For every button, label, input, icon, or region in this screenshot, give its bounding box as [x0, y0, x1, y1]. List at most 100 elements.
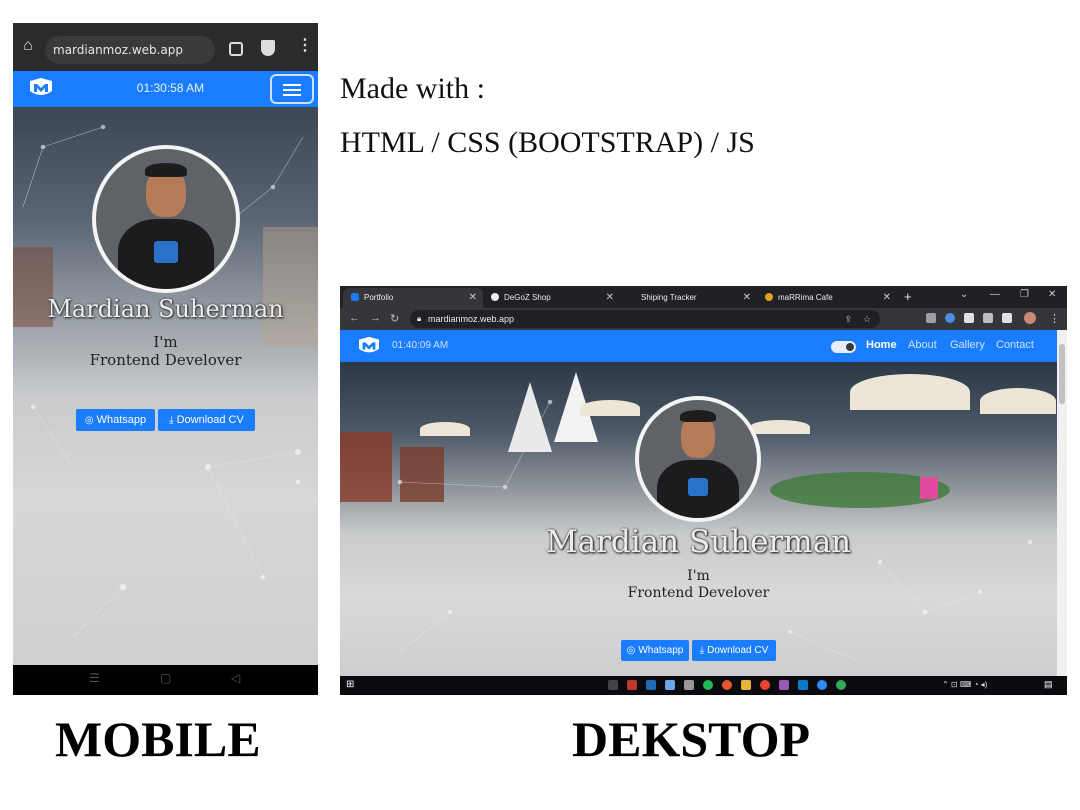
menu-dots-icon[interactable]: ⋮ — [297, 37, 313, 55]
logo-icon[interactable] — [27, 77, 55, 99]
hero-role: Frontend Develover — [89, 351, 242, 369]
hamburger-icon[interactable] — [270, 74, 314, 104]
whatsapp-label: Whatsapp — [96, 414, 147, 426]
tracker-favicon-icon — [628, 293, 636, 301]
home-button-icon[interactable]: ▢ — [160, 671, 171, 685]
close-icon[interactable]: ✕ — [606, 288, 614, 308]
clock: 01:30:58 AM — [136, 81, 205, 95]
whatsapp-label: Whatsapp — [638, 645, 684, 656]
portfolio-favicon-icon — [351, 293, 359, 301]
extension-icon[interactable] — [926, 313, 936, 323]
back-icon[interactable]: ← — [349, 312, 360, 324]
tab-label: maRRima Cafe — [778, 293, 833, 302]
android-nav-bar: ☰ ▢ ◁ — [13, 665, 318, 695]
hero-name: Mardian Suherman — [545, 524, 852, 560]
vscode-icon[interactable] — [798, 680, 808, 690]
recents-icon[interactable]: ☰ — [89, 671, 100, 685]
logo-icon[interactable] — [356, 336, 382, 356]
taskbar-app-icon[interactable] — [627, 680, 637, 690]
tab-search-icon[interactable]: ⌄ — [960, 289, 968, 300]
clock: 01:40:09 AM — [392, 340, 449, 351]
tab-marrima-cafe[interactable]: maRRima Cafe ✕ — [757, 288, 897, 308]
desktop-hero: Mardian Suherman I'm Frontend Develover … — [340, 362, 1057, 676]
tab-label: Portfolio — [364, 293, 394, 302]
extension-icon[interactable] — [945, 313, 955, 323]
download-cv-button[interactable]: ⤓ Download CV — [158, 409, 255, 431]
tab-shiping-tracker[interactable]: Shiping Tracker ✕ — [620, 288, 757, 308]
hero-intro: I'm — [153, 333, 178, 351]
whatsapp-icon: ◎ — [626, 645, 636, 656]
tabs-icon[interactable] — [229, 42, 243, 56]
puzzle-icon[interactable] — [983, 313, 993, 323]
whatsapp-button[interactable]: ◎ Whatsapp — [621, 640, 689, 661]
taskbar-app-icon[interactable] — [646, 680, 656, 690]
windows-icon[interactable]: ⊞ — [346, 679, 354, 690]
minimize-icon[interactable]: — — [990, 289, 1000, 300]
chrome-icon[interactable] — [760, 680, 770, 690]
shield-icon[interactable] — [261, 40, 275, 56]
tab-degoz-shop[interactable]: DeGoZ Shop ✕ — [483, 288, 620, 308]
nav-about[interactable]: About — [908, 339, 937, 351]
home-icon[interactable]: ⌂ — [19, 37, 37, 55]
tab-label: DeGoZ Shop — [504, 293, 551, 302]
taskbar-app-icon[interactable] — [817, 680, 827, 690]
reload-icon[interactable]: ↻ — [390, 312, 399, 325]
taskbar-app-icon[interactable] — [779, 680, 789, 690]
tab-portfolio[interactable]: Portfolio ✕ — [343, 288, 483, 308]
nav-contact[interactable]: Contact — [996, 339, 1034, 351]
taskbar-app-icon[interactable] — [684, 680, 694, 690]
whatsapp-icon: ◎ — [84, 415, 94, 426]
restore-icon[interactable]: ❐ — [1020, 289, 1029, 300]
back-triangle-icon[interactable]: ◁ — [231, 671, 240, 685]
theme-toggle[interactable] — [831, 341, 856, 353]
nav-gallery[interactable]: Gallery — [950, 339, 985, 351]
system-tray[interactable]: ⌃ ⊡ ⌨ ◔ ◂) — [942, 680, 987, 689]
download-label: Download CV — [176, 414, 244, 426]
close-icon[interactable]: ✕ — [743, 288, 751, 308]
sidepanel-icon[interactable] — [1002, 313, 1012, 323]
address-bar-url: mardianmoz.web.app — [428, 314, 515, 324]
extension-icon[interactable] — [964, 313, 974, 323]
page-scrollbar[interactable] — [1057, 330, 1067, 676]
star-icon[interactable]: ☆ — [863, 310, 871, 328]
chrome-icon[interactable] — [836, 680, 846, 690]
profile-avatar — [635, 396, 761, 522]
taskbar-app-icon[interactable] — [608, 680, 618, 690]
folder-icon[interactable] — [741, 680, 751, 690]
notification-icon[interactable]: ▤ — [1044, 679, 1053, 690]
menu-dots-icon[interactable]: ⋮ — [1049, 312, 1060, 325]
site-navbar: 01:40:09 AM Home About Gallery Contact — [340, 330, 1057, 362]
whatsapp-button[interactable]: ◎ Whatsapp — [76, 409, 155, 431]
browser-tab-strip: Portfolio ✕ DeGoZ Shop ✕ Shiping Tracker ✕ … — [340, 286, 1067, 308]
taskbar-app-icon[interactable] — [665, 680, 675, 690]
address-bar[interactable]: 🔒︎ mardianmoz.web.app ⇪ ☆ — [410, 310, 880, 328]
mobile-caption: MOBILE — [55, 711, 261, 767]
hero-role: Frontend Develover — [627, 585, 770, 601]
tech-stack-label: HTML / CSS (BOOTSTRAP) / JS — [340, 126, 755, 159]
taskbar-app-icon[interactable] — [722, 680, 732, 690]
nav-home[interactable]: Home — [866, 339, 897, 351]
download-cv-button[interactable]: ⤓ Download CV — [692, 640, 776, 661]
new-tab-icon[interactable]: + — [904, 288, 912, 306]
desktop-screenshot: Portfolio ✕ DeGoZ Shop ✕ Shiping Tracker ✕ … — [340, 286, 1067, 695]
window-close-icon[interactable]: ✕ — [1048, 289, 1056, 300]
mobile-navbar: 01:30:58 AM — [13, 71, 318, 107]
download-label: Download CV — [707, 645, 769, 656]
tab-label: Shiping Tracker — [641, 293, 697, 302]
profile-avatar — [92, 145, 240, 293]
profile-avatar-icon[interactable] — [1024, 312, 1036, 324]
spotify-icon[interactable] — [703, 680, 713, 690]
degoz-favicon-icon — [491, 293, 499, 301]
close-icon[interactable]: ✕ — [469, 288, 477, 308]
desktop-caption: DEKSTOP — [572, 711, 811, 767]
mobile-address-bar[interactable]: mardianmoz.web.app — [45, 36, 215, 64]
mobile-browser-toolbar: ⌂ mardianmoz.web.app ⋮ — [13, 23, 318, 71]
cafe-favicon-icon — [765, 293, 773, 301]
windows-taskbar: ⊞ ⌃ ⊡ ⌨ ◔ ◂) ▤ — [340, 676, 1067, 695]
lock-icon: 🔒︎ — [417, 314, 422, 323]
forward-icon[interactable]: → — [370, 312, 381, 324]
close-icon[interactable]: ✕ — [883, 288, 891, 308]
website-viewport: 01:40:09 AM Home About Gallery Contact M… — [340, 330, 1057, 676]
hero-name: Mardian Suherman — [47, 295, 284, 323]
share-icon[interactable]: ⇪ — [844, 310, 852, 328]
